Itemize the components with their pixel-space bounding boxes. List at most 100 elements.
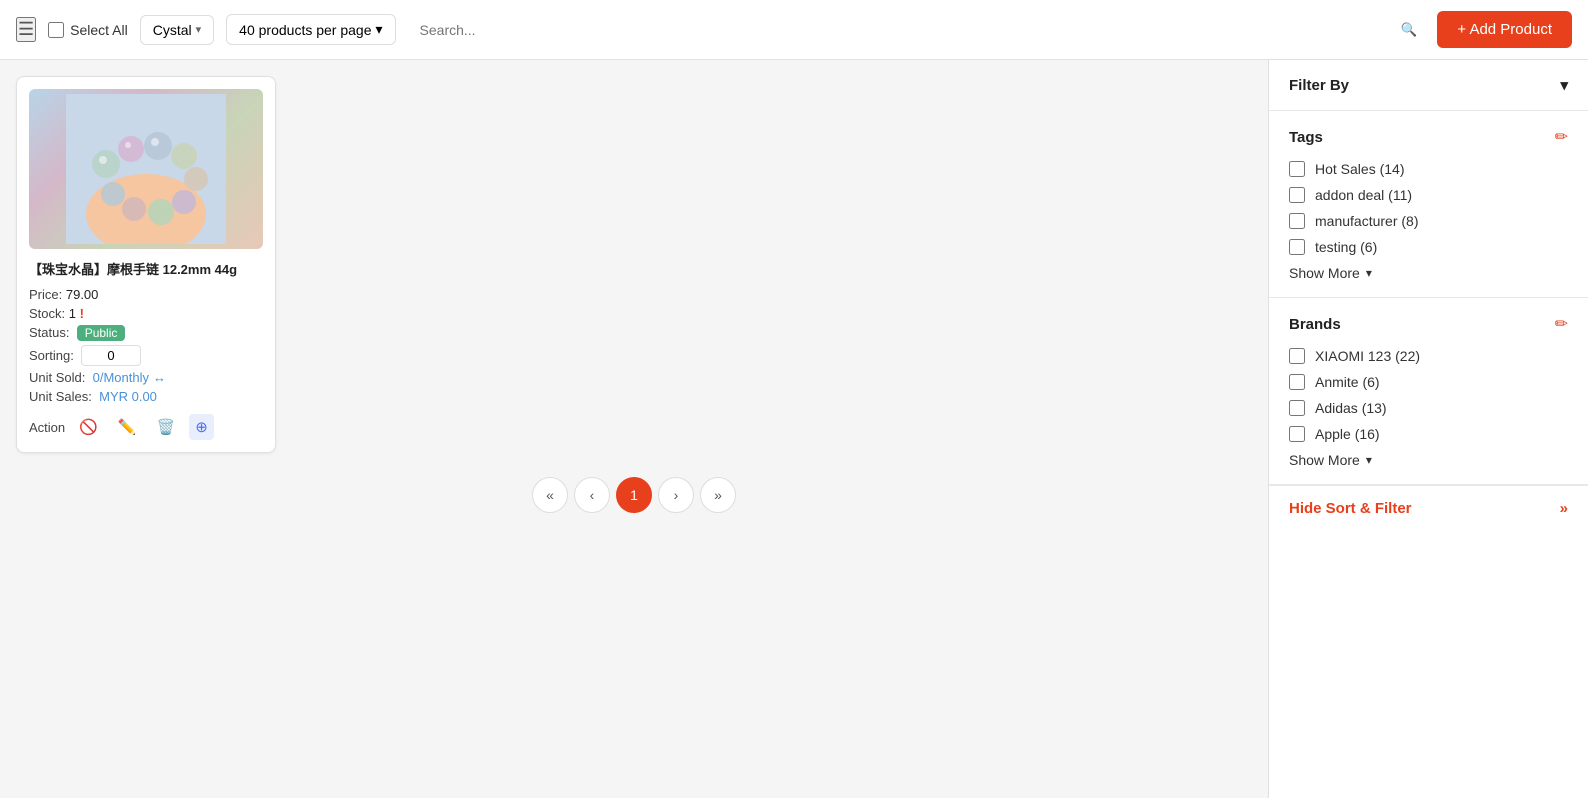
- hot-sales-label: Hot Sales (14): [1315, 161, 1404, 177]
- edit-icon: ✏️: [118, 419, 137, 436]
- pagination-next-button[interactable]: ›: [658, 477, 694, 513]
- product-area: 【珠宝水晶】摩根手链 12.2mm 44g Price: 79.00 Stock…: [0, 60, 1268, 798]
- unit-sales-value: MYR 0.00: [99, 389, 157, 404]
- pagination-first-button[interactable]: «: [532, 477, 568, 513]
- search-wrap: 🔍: [408, 14, 1426, 46]
- select-all-label: Select All: [70, 22, 128, 38]
- price-label: Price:: [29, 287, 62, 302]
- apple-checkbox[interactable]: [1289, 426, 1305, 442]
- hide-filter-arrow-icon: »: [1560, 500, 1568, 517]
- status-badge: Public: [77, 325, 126, 341]
- store-dropdown-chevron-icon: ▾: [196, 23, 202, 36]
- filter-item[interactable]: addon deal (11): [1289, 187, 1568, 203]
- eye-slash-icon: 🚫: [79, 419, 98, 436]
- select-all-checkbox[interactable]: [48, 22, 64, 38]
- hide-action-button[interactable]: 🚫: [73, 414, 104, 440]
- filter-sidebar: Filter By ▾ Tags ✏ Hot Sales (14) addon …: [1268, 60, 1588, 798]
- store-dropdown[interactable]: Cystal ▾: [140, 15, 214, 45]
- tags-edit-icon[interactable]: ✏: [1555, 127, 1568, 147]
- pagination: « ‹ 1 › »: [16, 477, 1252, 529]
- unit-sold-link[interactable]: 0/Monthly ↔: [93, 370, 166, 385]
- product-unit-sold: Unit Sold: 0/Monthly ↔: [29, 370, 263, 385]
- manufacturer-checkbox[interactable]: [1289, 213, 1305, 229]
- unit-sold-value: 0/Monthly: [93, 370, 149, 385]
- main-layout: 【珠宝水晶】摩根手链 12.2mm 44g Price: 79.00 Stock…: [0, 60, 1588, 798]
- menu-icon-button[interactable]: ☰: [16, 17, 36, 42]
- hot-sales-checkbox[interactable]: [1289, 161, 1305, 177]
- filter-item[interactable]: Hot Sales (14): [1289, 161, 1568, 177]
- filter-collapse-chevron-icon: ▾: [1560, 76, 1568, 94]
- xiaomi-checkbox[interactable]: [1289, 348, 1305, 364]
- hide-filter-button[interactable]: Hide Sort & Filter »: [1269, 485, 1588, 531]
- topbar: ☰ Select All Cystal ▾ 40 products per pa…: [0, 0, 1588, 60]
- brands-show-more-label: Show More: [1289, 452, 1360, 468]
- filter-item[interactable]: Adidas (13): [1289, 400, 1568, 416]
- per-page-chevron-icon: ▾: [376, 21, 383, 38]
- product-title: 【珠宝水晶】摩根手链 12.2mm 44g: [29, 261, 263, 279]
- anmite-label: Anmite (6): [1315, 374, 1380, 390]
- filter-item[interactable]: testing (6): [1289, 239, 1568, 255]
- add-product-button[interactable]: + Add Product: [1437, 11, 1572, 48]
- price-value: 79.00: [66, 287, 99, 302]
- action-row: Action 🚫 ✏️ 🗑️ ⊕: [29, 414, 263, 440]
- addon-deal-checkbox[interactable]: [1289, 187, 1305, 203]
- filter-header: Filter By ▾: [1269, 60, 1588, 111]
- unit-sold-arrow-icon: ↔: [153, 370, 166, 385]
- cursor-icon: ⊕: [195, 419, 208, 436]
- tags-section: Tags ✏ Hot Sales (14) addon deal (11) ma…: [1269, 111, 1588, 298]
- filter-title: Filter By: [1289, 77, 1349, 94]
- per-page-dropdown[interactable]: 40 products per page ▾: [226, 14, 395, 45]
- product-unit-sales: Unit Sales: MYR 0.00: [29, 389, 263, 404]
- adidas-label: Adidas (13): [1315, 400, 1387, 416]
- search-icon-button[interactable]: 🔍: [1401, 22, 1418, 38]
- pagination-last-button[interactable]: »: [700, 477, 736, 513]
- tags-section-header: Tags ✏: [1289, 127, 1568, 147]
- stock-value: 1: [69, 306, 76, 321]
- product-image: [29, 89, 263, 249]
- edit-action-button[interactable]: ✏️: [112, 414, 143, 440]
- brands-section: Brands ✏ XIAOMI 123 (22) Anmite (6) Adid…: [1269, 298, 1588, 485]
- delete-action-button[interactable]: 🗑️: [151, 414, 182, 440]
- product-card: 【珠宝水晶】摩根手链 12.2mm 44g Price: 79.00 Stock…: [16, 76, 276, 453]
- select-all-wrap: Select All: [48, 22, 128, 38]
- manufacturer-label: manufacturer (8): [1315, 213, 1418, 229]
- per-page-label: 40 products per page: [239, 22, 371, 38]
- brands-title: Brands: [1289, 316, 1341, 333]
- adidas-checkbox[interactable]: [1289, 400, 1305, 416]
- more-action-button[interactable]: ⊕: [189, 414, 214, 440]
- unit-sales-label: Unit Sales:: [29, 389, 92, 404]
- product-stock: Stock: 1 !: [29, 306, 263, 321]
- tags-show-more-chevron-icon: ▾: [1366, 266, 1372, 280]
- tags-show-more-button[interactable]: Show More ▾: [1289, 265, 1372, 281]
- filter-item[interactable]: Anmite (6): [1289, 374, 1568, 390]
- testing-checkbox[interactable]: [1289, 239, 1305, 255]
- search-input[interactable]: [408, 14, 1426, 46]
- trash-icon: 🗑️: [157, 419, 176, 436]
- brands-show-more-button[interactable]: Show More ▾: [1289, 452, 1372, 468]
- unit-sold-label: Unit Sold:: [29, 370, 85, 385]
- brands-show-more-chevron-icon: ▾: [1366, 453, 1372, 467]
- stock-label: Stock:: [29, 306, 65, 321]
- addon-deal-label: addon deal (11): [1315, 187, 1412, 203]
- product-image-placeholder: [29, 89, 263, 249]
- filter-item[interactable]: manufacturer (8): [1289, 213, 1568, 229]
- status-label: Status:: [29, 325, 69, 340]
- add-product-label: + Add Product: [1457, 21, 1552, 38]
- testing-label: testing (6): [1315, 239, 1377, 255]
- action-label: Action: [29, 420, 65, 435]
- pagination-current-button[interactable]: 1: [616, 477, 652, 513]
- sorting-label: Sorting:: [29, 348, 74, 363]
- brands-edit-icon[interactable]: ✏: [1555, 314, 1568, 334]
- store-name: Cystal: [153, 22, 192, 38]
- tags-show-more-label: Show More: [1289, 265, 1360, 281]
- anmite-checkbox[interactable]: [1289, 374, 1305, 390]
- pagination-prev-button[interactable]: ‹: [574, 477, 610, 513]
- filter-item[interactable]: XIAOMI 123 (22): [1289, 348, 1568, 364]
- sorting-input[interactable]: [81, 345, 141, 366]
- product-status: Status: Public: [29, 325, 263, 341]
- filter-item[interactable]: Apple (16): [1289, 426, 1568, 442]
- product-sorting: Sorting:: [29, 345, 263, 366]
- product-grid: 【珠宝水晶】摩根手链 12.2mm 44g Price: 79.00 Stock…: [16, 76, 1252, 453]
- tags-title: Tags: [1289, 129, 1323, 146]
- xiaomi-label: XIAOMI 123 (22): [1315, 348, 1420, 364]
